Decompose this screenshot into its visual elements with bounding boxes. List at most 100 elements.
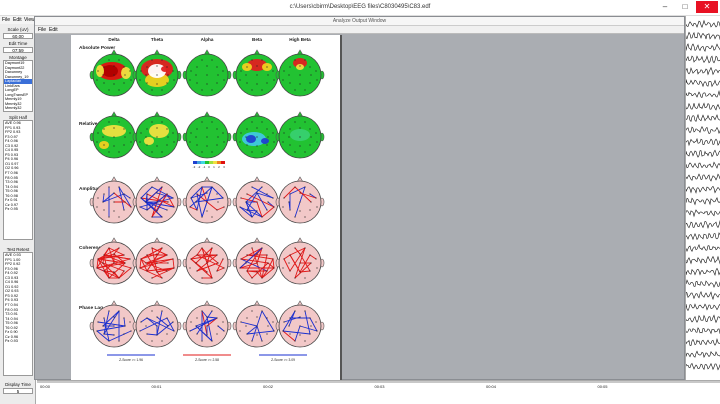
electrode-dot: [282, 206, 284, 208]
electrode-dot: [288, 201, 290, 203]
electrode-dot: [201, 186, 203, 188]
electrode-dot: [309, 317, 311, 319]
electrode-dot: [113, 136, 115, 138]
electrode-dot: [216, 254, 218, 256]
electrode-dot: [161, 151, 163, 153]
minimize-button[interactable]: –: [656, 1, 674, 13]
eeg-channel-trace: [685, 350, 720, 358]
scale-input[interactable]: 60.00: [3, 33, 33, 39]
output-window-title-bar: Analyze Output Window: [35, 17, 684, 26]
display-time-input[interactable]: 5: [3, 388, 33, 394]
electrode-dot: [251, 89, 253, 91]
color-scale-tick: 2: [218, 165, 220, 169]
eeg-channel-trace: [685, 185, 720, 194]
electrode-dot: [316, 330, 318, 332]
electrode-dot: [273, 330, 275, 332]
electrode-dot: [222, 321, 224, 323]
electrode-dot: [118, 277, 120, 279]
electrode-dot: [146, 144, 148, 146]
electrode-dot: [267, 201, 269, 203]
test-retest-list[interactable]: AVE 0.93 FP1 1.00 FP2 0.92 F3 0.96 F4 0.92 C3…: [3, 252, 33, 376]
electrode-dot: [156, 253, 158, 255]
edit-time-input[interactable]: 07:59: [3, 47, 33, 53]
menu-edit[interactable]: Edit: [13, 16, 22, 24]
electrode-dot: [304, 186, 306, 188]
eeg-channel-trace: [685, 196, 720, 206]
eeg-channel-trace: [685, 113, 720, 123]
electrode-dot: [124, 136, 126, 138]
electrode-dot: [261, 121, 263, 123]
electrode-dot: [146, 333, 148, 335]
electrode-dot: [245, 136, 247, 138]
output-menu-edit[interactable]: Edit: [49, 26, 58, 34]
split-half-list[interactable]: AVE 0.96 FP1 0.93 FP2 0.93 F3 0.97 F4 0.96 C3…: [3, 120, 33, 240]
electrode-dot: [97, 132, 99, 134]
menu-file[interactable]: File: [2, 16, 10, 24]
electrode-dot: [161, 89, 163, 91]
time-scrollbar[interactable]: [37, 381, 720, 383]
electrode-dot: [103, 193, 105, 195]
electrode-dot: [216, 270, 218, 272]
electrode-dot: [151, 247, 153, 249]
electrode-dot: [156, 74, 158, 76]
electrode-dot: [261, 340, 263, 342]
montage-list[interactable]: Daymont19 Daymont22 Daxunney Daxunney_19 Lap…: [3, 60, 33, 112]
qeeg-map-grid: Delta Theta Alpha Beta High Beta Absolute Pow…: [79, 37, 325, 362]
electrode-dot: [289, 317, 291, 319]
electrode-dot: [145, 325, 147, 327]
list-item[interactable]: Mmmly32: [4, 106, 32, 111]
electrode-dot: [189, 79, 191, 81]
color-scale-swatch: [221, 161, 225, 164]
list-item[interactable]: Pz 0.95: [4, 207, 32, 212]
electrode-dot: [256, 83, 258, 85]
electrode-dot: [124, 201, 126, 203]
electrode-dot: [299, 83, 301, 85]
electrode-dot: [189, 267, 191, 269]
time-axis[interactable]: 00:00 00:01 00:02 00:03 00:04 00:05: [37, 380, 720, 404]
electrode-dot: [211, 340, 213, 342]
close-button[interactable]: ✕: [696, 1, 718, 13]
list-item[interactable]: Pz 0.93: [4, 339, 32, 344]
electrode-dot: [282, 141, 284, 143]
electrode-dot: [283, 132, 285, 134]
electrode-dot: [166, 144, 168, 146]
electrode-dot: [299, 316, 301, 318]
electrode-dot: [289, 144, 291, 146]
electrode-dot: [256, 136, 258, 138]
electrode-dot: [251, 121, 253, 123]
electrode-dot: [145, 262, 147, 264]
electrode-dot: [315, 321, 317, 323]
output-menu-file[interactable]: File: [38, 26, 46, 34]
electrode-dot: [123, 209, 125, 211]
time-tick-label: 00:03: [374, 384, 385, 389]
electrode-dot: [167, 325, 169, 327]
electrode-dot: [167, 74, 169, 76]
electrode-dot: [140, 132, 142, 134]
electrode-dot: [201, 310, 203, 312]
electrode-dot: [273, 79, 275, 81]
electrode-dot: [251, 186, 253, 188]
electrode-dot: [289, 270, 291, 272]
electrode-dot: [310, 325, 312, 327]
electrode-dot: [251, 310, 253, 312]
color-scale-swatch: [213, 161, 217, 164]
electrode-dot: [167, 201, 169, 203]
electrode-dot: [299, 201, 301, 203]
electrode-dot: [129, 70, 131, 72]
electrode-dot: [195, 262, 197, 264]
electrode-dot: [256, 210, 258, 212]
electrode-dot: [139, 267, 141, 269]
maximize-button[interactable]: □: [676, 1, 694, 13]
eeg-channel-trace: [685, 79, 720, 88]
electrode-dot: [266, 82, 268, 84]
electrode-dot: [217, 136, 219, 138]
topo-hotspot: [161, 66, 169, 72]
electrode-dot: [217, 74, 219, 76]
electrode-dot: [196, 82, 198, 84]
electrode-dot: [124, 325, 126, 327]
electrode-dot: [161, 247, 163, 249]
electrode-dot: [151, 121, 153, 123]
electrode-dot: [256, 74, 258, 76]
electrode-dot: [223, 141, 225, 143]
electrode-dot: [166, 209, 168, 211]
